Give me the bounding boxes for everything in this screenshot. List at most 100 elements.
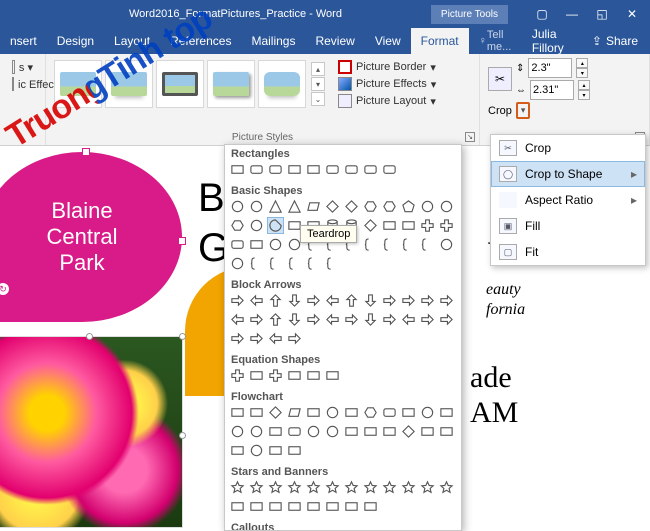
shape-item[interactable] [248,217,265,234]
shape-item[interactable] [305,311,322,328]
shape-item[interactable] [381,292,398,309]
shape-item[interactable] [438,217,455,234]
shape-item[interactable] [324,311,341,328]
height-up[interactable]: ▴ [576,58,588,68]
width-up[interactable]: ▴ [578,80,590,90]
pink-teardrop-shape[interactable]: Blaine Central Park ↻ [0,152,182,322]
shape-item[interactable] [286,161,303,178]
shape-item[interactable] [267,292,284,309]
shape-item[interactable] [400,423,417,440]
tab-references[interactable]: References [160,28,241,54]
minimize-icon[interactable]: — [558,4,586,24]
shape-item[interactable] [381,217,398,234]
height-down[interactable]: ▾ [576,68,588,78]
shape-item[interactable] [362,161,379,178]
shape-item[interactable] [305,367,322,384]
shape-item[interactable] [381,479,398,496]
picture-effects-button[interactable]: Picture Effects ▾ [338,77,436,91]
shape-item[interactable] [343,423,360,440]
shape-item[interactable] [343,479,360,496]
shape-item[interactable] [305,423,322,440]
corrections-partial[interactable]: s ▾ [12,60,33,74]
picture-border-button[interactable]: Picture Border ▾ [338,60,436,74]
shape-item[interactable] [248,292,265,309]
shape-item[interactable] [248,255,265,272]
shape-item[interactable] [343,161,360,178]
picture-layout-button[interactable]: Picture Layout ▾ [338,94,436,108]
shape-item[interactable] [286,330,303,347]
shape-item[interactable] [400,479,417,496]
shape-item[interactable] [438,236,455,253]
tab-format[interactable]: Format [411,28,469,54]
shape-item[interactable] [267,217,284,234]
shape-item[interactable] [400,198,417,215]
crop-dropdown[interactable]: ▾ [516,102,531,119]
shape-item[interactable] [381,404,398,421]
shape-item[interactable] [248,236,265,253]
close-icon[interactable]: ✕ [618,4,646,24]
width-field[interactable] [530,80,574,100]
shape-item[interactable] [286,498,303,515]
shape-item[interactable] [229,498,246,515]
resize-handle[interactable] [179,432,186,439]
shape-item[interactable] [324,255,341,272]
shape-item[interactable] [248,404,265,421]
shape-item[interactable] [229,198,246,215]
shape-item[interactable] [267,311,284,328]
crop-menu-crop[interactable]: ✂Crop [491,135,645,161]
shape-item[interactable] [419,404,436,421]
shape-item[interactable] [286,198,303,215]
shape-item[interactable] [305,198,322,215]
shape-item[interactable] [362,292,379,309]
shape-item[interactable] [438,423,455,440]
shape-item[interactable] [286,292,303,309]
shape-item[interactable] [438,311,455,328]
picture-style-3[interactable] [156,60,204,108]
shape-item[interactable] [267,442,284,459]
shape-item[interactable] [400,311,417,328]
picture-style-2[interactable] [105,60,153,108]
crop-menu-fill[interactable]: ▣Fill [491,213,645,239]
crop-label[interactable]: Crop [488,105,512,117]
shape-item[interactable] [419,479,436,496]
shape-item[interactable] [343,198,360,215]
shape-item[interactable] [381,198,398,215]
shape-item[interactable] [343,311,360,328]
artistic-effects-partial[interactable]: ic Effects ▾ [12,77,33,91]
crop-menu-aspect[interactable]: Aspect Ratio▸ [491,187,645,213]
shape-item[interactable] [343,292,360,309]
gallery-row-up[interactable]: ▴ [311,62,325,76]
shape-item[interactable] [305,479,322,496]
crop-icon[interactable]: ✂ [488,67,512,91]
shape-item[interactable] [267,423,284,440]
shape-item[interactable] [248,311,265,328]
picture-style-5[interactable] [258,60,306,108]
shape-item[interactable] [305,161,322,178]
account-name[interactable]: Julia Fillory [522,28,580,54]
shape-item[interactable] [286,442,303,459]
shape-item[interactable] [229,479,246,496]
shape-item[interactable] [229,236,246,253]
shape-item[interactable] [267,404,284,421]
shape-item[interactable] [248,330,265,347]
picture-style-1[interactable] [54,60,102,108]
shape-item[interactable] [400,217,417,234]
shape-item[interactable] [305,292,322,309]
tab-design[interactable]: Design [47,28,104,54]
tab-review[interactable]: Review [305,28,364,54]
share-button[interactable]: ⇪ Share [580,28,650,54]
shape-item[interactable] [305,255,322,272]
shape-item[interactable] [229,442,246,459]
shape-item[interactable] [267,498,284,515]
shape-item[interactable] [400,292,417,309]
shape-item[interactable] [362,423,379,440]
shape-item[interactable] [286,423,303,440]
shape-item[interactable] [324,479,341,496]
shape-item[interactable] [381,161,398,178]
shape-item[interactable] [229,217,246,234]
shape-item[interactable] [286,404,303,421]
styles-dialog-launcher[interactable]: ↘ [465,132,475,142]
shape-item[interactable] [267,367,284,384]
shape-item[interactable] [381,423,398,440]
tab-view[interactable]: View [365,28,411,54]
